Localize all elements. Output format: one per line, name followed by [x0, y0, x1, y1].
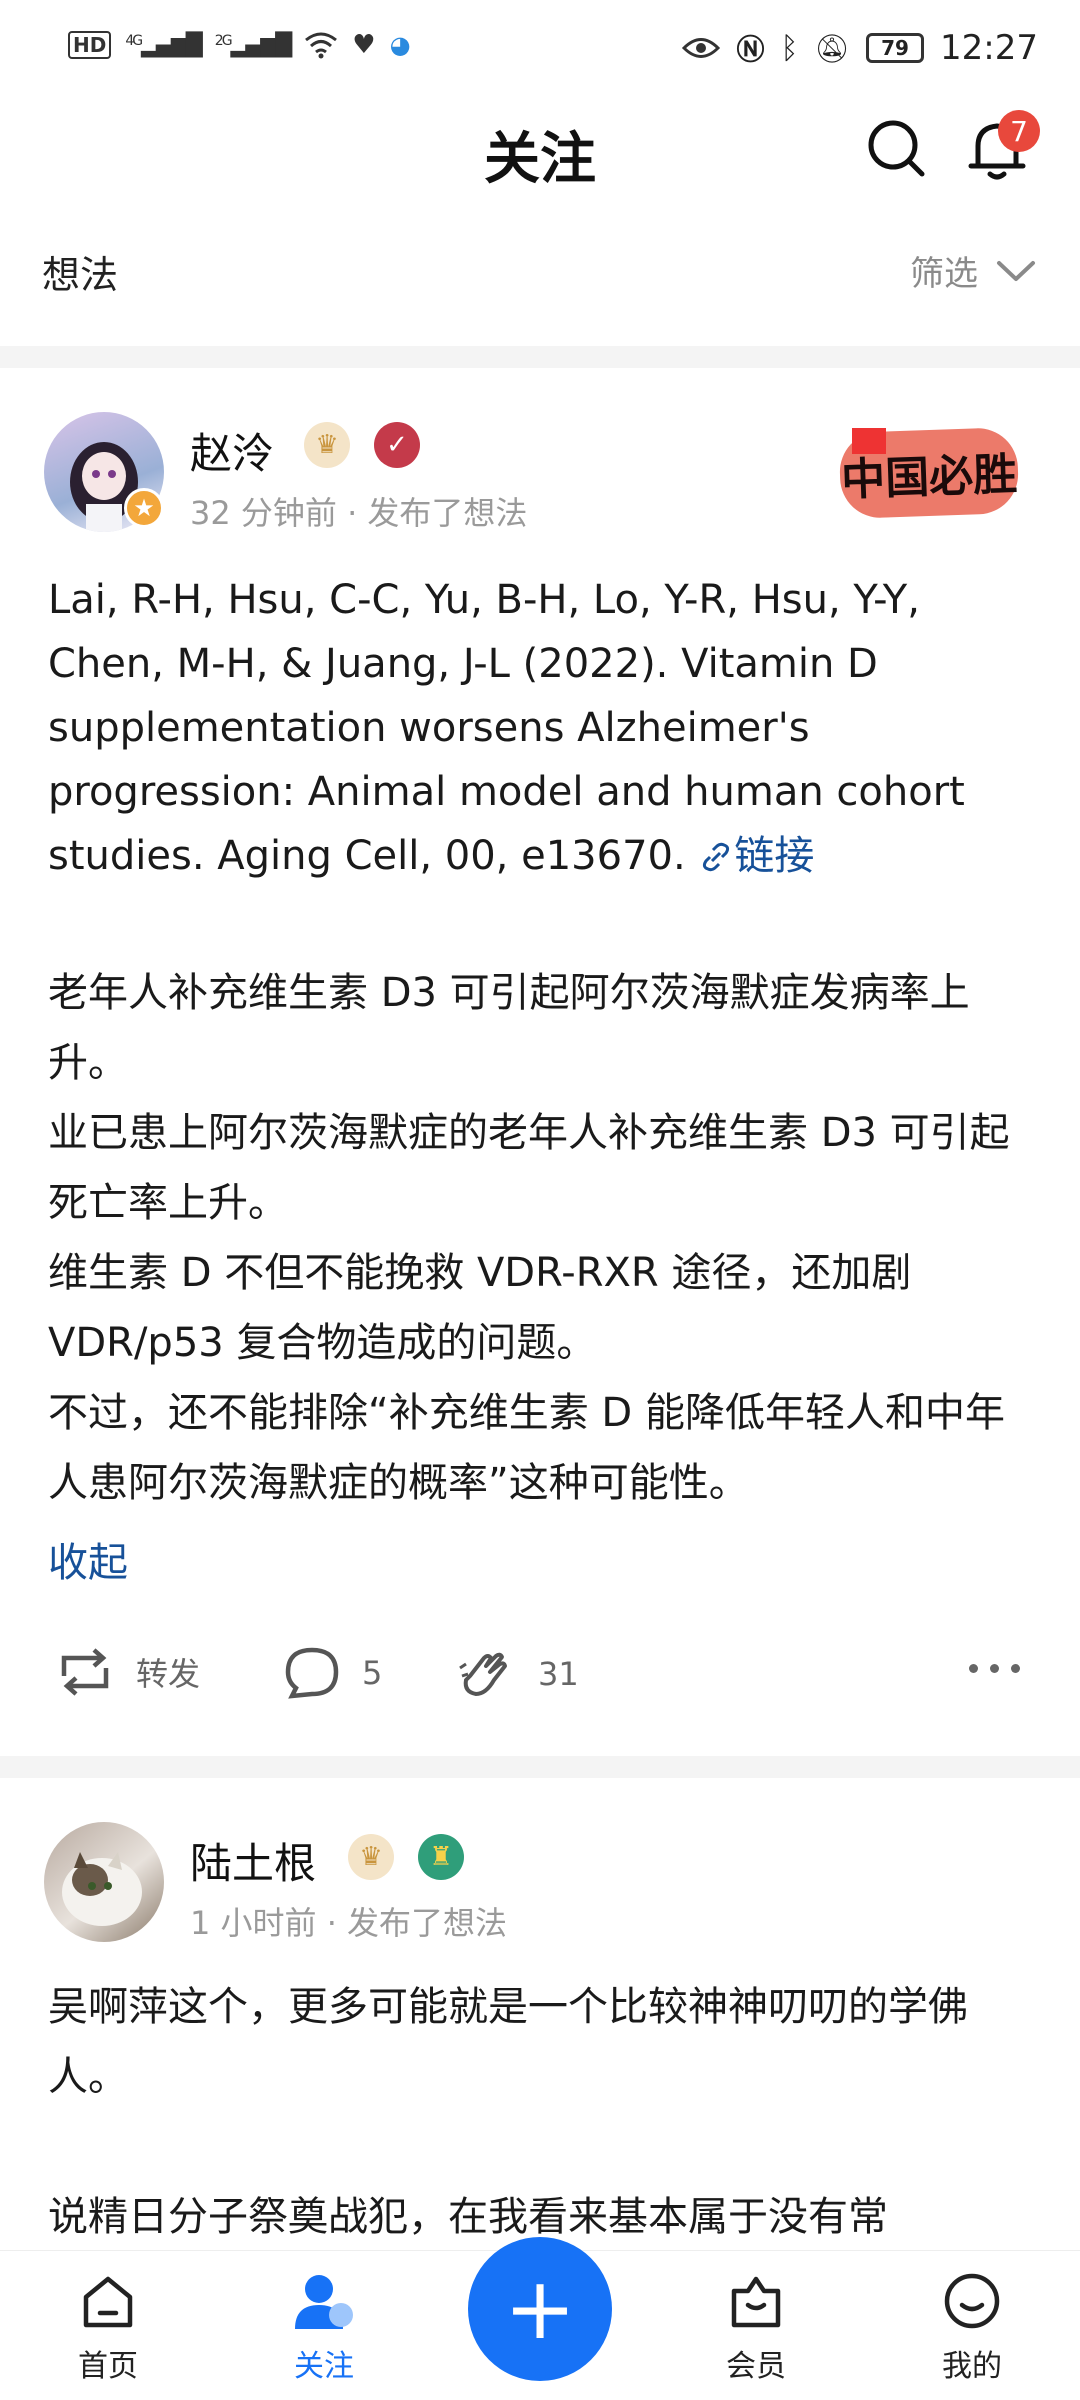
status-bar: HD 4G▂▄▆█ 2G▂▄▆█ ♥ ◕ Ⓝ ᛒ 🔕︎ 79 12:27: [0, 0, 1080, 100]
nav-label: 关注: [294, 2349, 354, 2384]
post-meta: 1 小时前 · 发布了想法: [190, 1904, 508, 1942]
app-icon: ◕: [389, 31, 411, 59]
comment-icon: [285, 1647, 339, 1699]
paragraph: 吴啊萍这个，更多可能就是一个比较神神叨叨的学佛人。: [48, 1984, 968, 2100]
verified-badge-icon: ★: [124, 488, 164, 528]
divider: [0, 346, 1080, 368]
crown-badge-icon: ♛: [348, 1834, 394, 1880]
search-icon: [868, 120, 925, 177]
comment-count: 5: [362, 1654, 383, 1692]
applause-count: 31: [538, 1655, 579, 1693]
eye-icon: [682, 38, 721, 58]
plus-icon: +: [503, 2259, 577, 2359]
post-actions: 转发 5 31: [0, 1636, 1080, 1716]
bluetooth-icon: ᛒ: [780, 30, 799, 66]
signal-2g-icon: 2G▂▄▆█: [214, 32, 292, 58]
filter-button[interactable]: 筛选: [910, 246, 1036, 295]
status-left: HD 4G▂▄▆█ 2G▂▄▆█ ♥ ◕: [68, 30, 411, 60]
nav-label: 我的: [942, 2349, 1002, 2384]
vip-icon: [731, 2276, 781, 2328]
nav-vip[interactable]: 会员: [696, 2271, 816, 2385]
status-right: Ⓝ ᛒ 🔕︎ 79 12:27: [682, 28, 1038, 68]
dot: [969, 1664, 978, 1673]
link-icon: [703, 842, 730, 872]
avatar[interactable]: [44, 1822, 164, 1942]
paragraph: 维生素 D 不但不能挽救 VDR-RXR 途径，还加剧 VDR/p53 复合物造…: [48, 1250, 912, 1366]
paragraph: 业已患上阿尔茨海默症的老年人补充维生素 D3 可引起死亡率上升。: [48, 1110, 1010, 1226]
signal-4g-icon: 4G▂▄▆█: [125, 32, 202, 58]
clock: 12:27: [940, 28, 1038, 68]
home-icon: [83, 2276, 133, 2328]
dot: [1011, 1664, 1020, 1673]
nfc-icon: Ⓝ: [736, 33, 765, 66]
create-post-button[interactable]: +: [468, 2237, 612, 2381]
flag-icon: [852, 428, 886, 454]
citation-text: Lai, R-H, Hsu, C-C, Yu, B-H, Lo, Y-R, Hs…: [48, 577, 965, 879]
nav-home[interactable]: 首页: [48, 2271, 168, 2385]
wifi-icon: [305, 32, 338, 59]
applause-button[interactable]: 31: [456, 1646, 579, 1702]
nav-follow[interactable]: 关注: [264, 2271, 384, 2385]
paragraph: 老年人补充维生素 D3 可引起阿尔茨海默症发病率上升。: [48, 970, 970, 1086]
chevron-down-icon: [997, 260, 1035, 281]
comment-button[interactable]: 5: [284, 1646, 382, 1700]
nav-label: 首页: [78, 2349, 138, 2384]
heart-icon: ♥: [352, 30, 376, 60]
section-title: 想法: [42, 253, 119, 297]
applause-icon: [459, 1652, 507, 1696]
bottom-nav: 首页 关注 + 会员 我的: [0, 2237, 1080, 2400]
search-button[interactable]: [862, 114, 932, 184]
repost-icon: [61, 1648, 109, 1696]
crown-badge-icon: ♛: [304, 422, 350, 468]
post-meta: 32 分钟前 · 发布了想法: [190, 494, 528, 532]
nav-label: 会员: [726, 2349, 786, 2384]
trophy-badge-icon: ♜: [418, 1834, 464, 1880]
collapse-button[interactable]: 收起: [48, 1530, 128, 1588]
avatar-image: [62, 1852, 142, 1926]
divider: [0, 1756, 1080, 1778]
follow-icon: [295, 2275, 353, 2329]
link[interactable]: 链接: [698, 833, 814, 879]
author-name[interactable]: 赵泠: [190, 420, 274, 481]
paragraph: 不过，还不能排除“补充维生素 D 能降低年轻人和中年人患阿尔茨海默症的概率”这种…: [48, 1390, 1005, 1506]
post-body[interactable]: Lai, R-H, Hsu, C-C, Yu, B-H, Lo, Y-R, Hs…: [48, 568, 1028, 1518]
check-badge-icon: ✓: [374, 422, 420, 468]
profile-icon: [944, 2273, 1000, 2329]
battery-icon: 79: [866, 33, 925, 63]
mute-icon: 🔕︎: [814, 31, 851, 65]
post-body[interactable]: 吴啊萍这个，更多可能就是一个比较神神叨叨的学佛人。 说精日分子祭奠战犯，在我看来…: [48, 1972, 1028, 2252]
filter-label: 筛选: [910, 254, 978, 294]
hd-tag: HD: [68, 31, 112, 59]
dot: [990, 1664, 999, 1673]
repost-button[interactable]: 转发: [56, 1646, 200, 1698]
notification-badge: 7: [998, 110, 1040, 152]
filter-row: 想法 筛选: [0, 230, 1080, 320]
more-options-button[interactable]: [969, 1664, 1020, 1673]
repost-label: 转发: [136, 1655, 201, 1693]
top-header: 关注 7: [0, 100, 1080, 210]
nav-profile[interactable]: 我的: [912, 2271, 1032, 2385]
link-label: 链接: [734, 833, 815, 879]
author-name[interactable]: 陆土根: [190, 1830, 316, 1891]
